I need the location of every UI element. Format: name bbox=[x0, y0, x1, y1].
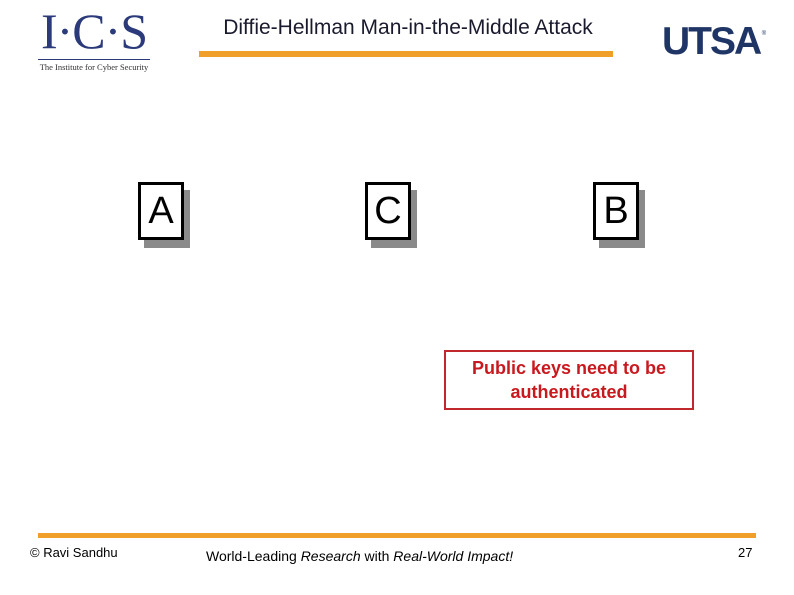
tagline-part-2: Research bbox=[300, 548, 361, 564]
ics-logo-rule bbox=[38, 59, 150, 60]
slide-title: Diffie-Hellman Man-in-the-Middle Attack bbox=[223, 16, 593, 39]
page-number: 27 bbox=[738, 545, 753, 560]
ics-logo: I·C·S The Institute for Cyber Security bbox=[36, 6, 152, 72]
footer-rule bbox=[38, 533, 756, 538]
ics-logo-mark: I·C·S bbox=[40, 3, 148, 59]
footer-tagline: World-Leading Research with Real-World I… bbox=[206, 548, 513, 564]
utsa-logo-text: UTSA bbox=[662, 20, 762, 63]
title-underline bbox=[199, 51, 613, 57]
party-b: B bbox=[593, 182, 645, 248]
authentication-note: Public keys need to be authenticated bbox=[444, 350, 694, 410]
party-c: C bbox=[365, 182, 417, 248]
tagline-part-3: with bbox=[360, 548, 394, 564]
copyright-text: © Ravi Sandhu bbox=[30, 545, 118, 560]
note-line-2: authenticated bbox=[510, 382, 628, 402]
registered-mark: ® bbox=[761, 31, 767, 37]
ics-logo-subtitle: The Institute for Cyber Security bbox=[39, 62, 149, 72]
party-a: A bbox=[138, 182, 190, 248]
party-c-label: C bbox=[365, 182, 411, 240]
tagline-part-4: Real-World Impact! bbox=[393, 548, 514, 564]
note-line-1: Public keys need to be bbox=[471, 358, 667, 378]
party-b-label: B bbox=[593, 182, 639, 240]
utsa-logo: UTSA ® bbox=[662, 20, 766, 64]
party-a-label: A bbox=[138, 182, 184, 240]
tagline-part-1: World-Leading bbox=[206, 548, 301, 564]
